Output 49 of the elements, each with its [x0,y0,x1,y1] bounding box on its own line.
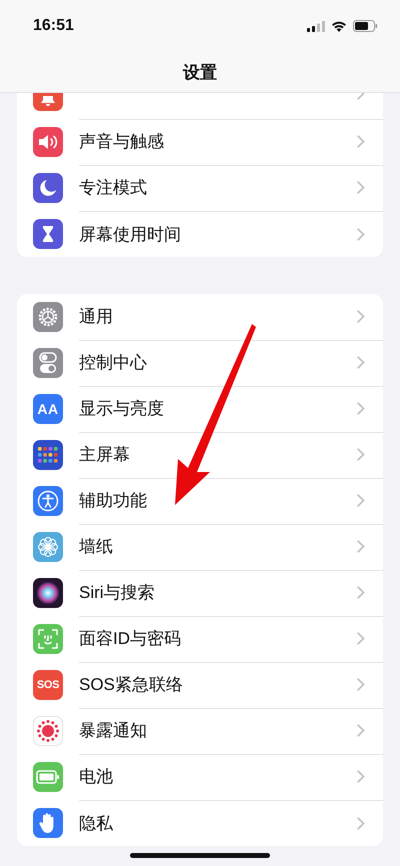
row-label: 显示与亮度 [79,398,164,420]
chevron-icon [357,448,365,461]
chevron-icon [357,181,365,194]
chevron-icon [357,540,365,553]
chevron-icon [357,724,365,737]
row-label: 电池 [79,766,113,788]
row-label: 墙纸 [79,536,113,558]
row-label: 通用 [79,306,113,328]
chevron-icon [357,632,365,645]
row-label: 声音与触感 [79,131,164,153]
battery-icon [353,20,378,32]
chevron-icon [357,93,365,100]
settings-row[interactable]: 屏幕使用时间 [17,211,383,257]
settings-row[interactable]: 面容ID与密码 [17,616,383,662]
chevron-icon [357,770,365,783]
page-title: 设置 [182,62,218,84]
settings-row[interactable]: 通用 [17,294,383,340]
row-label: 专注模式 [79,177,147,199]
row-label: 面容ID与密码 [79,628,181,650]
chevron-icon [357,310,365,323]
chevron-icon [357,816,365,830]
chevron-icon [357,494,365,507]
chevron-icon [357,402,365,415]
signal-icon [307,20,325,32]
icon-label: SOS [36,679,60,691]
row-label: SOS紧急联络 [79,674,183,696]
chevron-icon [357,228,365,240]
row-label: 控制中心 [79,352,147,374]
wifi-icon [331,20,347,32]
icon-label: AA [37,401,59,417]
row-label: 屏幕使用时间 [79,224,181,246]
row-label: 辅助功能 [79,490,147,512]
settings-row[interactable]: 暴露通知 [17,708,383,754]
status-time: 16:51 [33,17,74,35]
settings-row[interactable]: 声音与触感 [17,119,383,165]
settings-row[interactable]: SOS SOS紧急联络 [17,662,383,708]
settings-row[interactable]: 隐私 [17,800,383,846]
chevron-icon [357,356,365,369]
row-label: 主屏幕 [79,444,130,466]
settings-row[interactable]: 电池 [17,754,383,800]
row-label: 隐私 [79,812,113,834]
settings-row[interactable]: 专注模式 [17,165,383,211]
chevron-icon [357,678,365,691]
settings-row[interactable]: 墙纸 [17,524,383,570]
chevron-icon [357,135,365,148]
row-label: 暴露通知 [79,720,147,742]
chevron-icon [357,586,365,599]
row-label: Siri与搜索 [79,582,155,604]
settings-row[interactable]: Siri与搜索 [17,570,383,616]
